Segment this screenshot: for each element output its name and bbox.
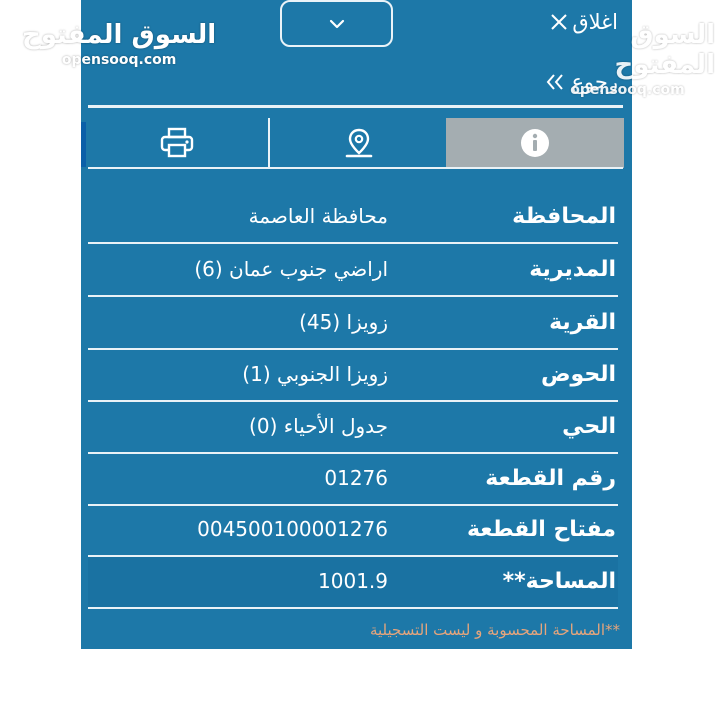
tab-bar	[88, 118, 624, 168]
watermark-latin: opensooq.com	[61, 52, 177, 68]
tab-info[interactable]	[446, 118, 624, 168]
watermark-arabic: السوق المفتوح	[22, 20, 217, 50]
left-accent-bar	[81, 122, 86, 167]
detail-value: 01276	[324, 466, 388, 490]
header-divider	[88, 105, 623, 108]
detail-label: مفتاح القطعة	[466, 517, 616, 542]
detail-value: زويزا الجنوبي (1)	[242, 362, 388, 386]
detail-row-parcel-key: مفتاح القطعة 004500100001276	[88, 505, 618, 557]
watermark-logo: السوق المفتوح opensooq.com	[22, 20, 217, 68]
detail-row-parcel-number: رقم القطعة 01276	[88, 454, 618, 506]
tab-print[interactable]	[88, 118, 265, 168]
detail-label: المديرية	[529, 257, 616, 282]
watermark-latin: opensooq.com	[570, 82, 685, 98]
detail-label: الحي	[562, 414, 616, 439]
location-pin-icon	[344, 127, 374, 159]
detail-value: محافظة العاصمة	[248, 204, 388, 228]
detail-row-area: المساحة** 1001.9	[88, 557, 618, 609]
detail-value: 004500100001276	[197, 517, 388, 541]
detail-value: جدول الأحياء (0)	[249, 414, 388, 438]
area-footnote: **المساحة المحسوبة و ليست التسجيلية	[369, 621, 620, 639]
chevron-down-icon	[329, 19, 345, 29]
detail-row-neighborhood: الحي جدول الأحياء (0)	[88, 402, 618, 454]
detail-value: اراضي جنوب عمان (6)	[194, 257, 388, 281]
tabs-divider	[88, 167, 623, 169]
watermark-arabic: السوق المفتوح	[614, 20, 715, 80]
detail-row-directorate: المديرية اراضي جنوب عمان (6)	[88, 245, 618, 297]
info-icon	[519, 127, 551, 159]
printer-icon	[160, 127, 194, 159]
detail-value: 1001.9	[318, 569, 388, 593]
tab-location[interactable]	[268, 118, 447, 168]
collapse-toggle-button[interactable]	[280, 0, 393, 47]
detail-label: المساحة**	[502, 569, 616, 594]
detail-row-village: القرية زويزا (45)	[88, 298, 618, 350]
watermark-logo: السوق المفتوح opensooq.com	[540, 20, 715, 98]
detail-label: الحوض	[540, 362, 616, 387]
detail-label: المحافظة	[512, 204, 616, 229]
detail-value: زويزا (45)	[299, 310, 388, 334]
detail-label: رقم القطعة	[485, 466, 616, 491]
detail-row-governorate: المحافظة محافظة العاصمة	[88, 192, 618, 244]
detail-row-basin: الحوض زويزا الجنوبي (1)	[88, 350, 618, 402]
detail-label: القرية	[549, 310, 616, 335]
